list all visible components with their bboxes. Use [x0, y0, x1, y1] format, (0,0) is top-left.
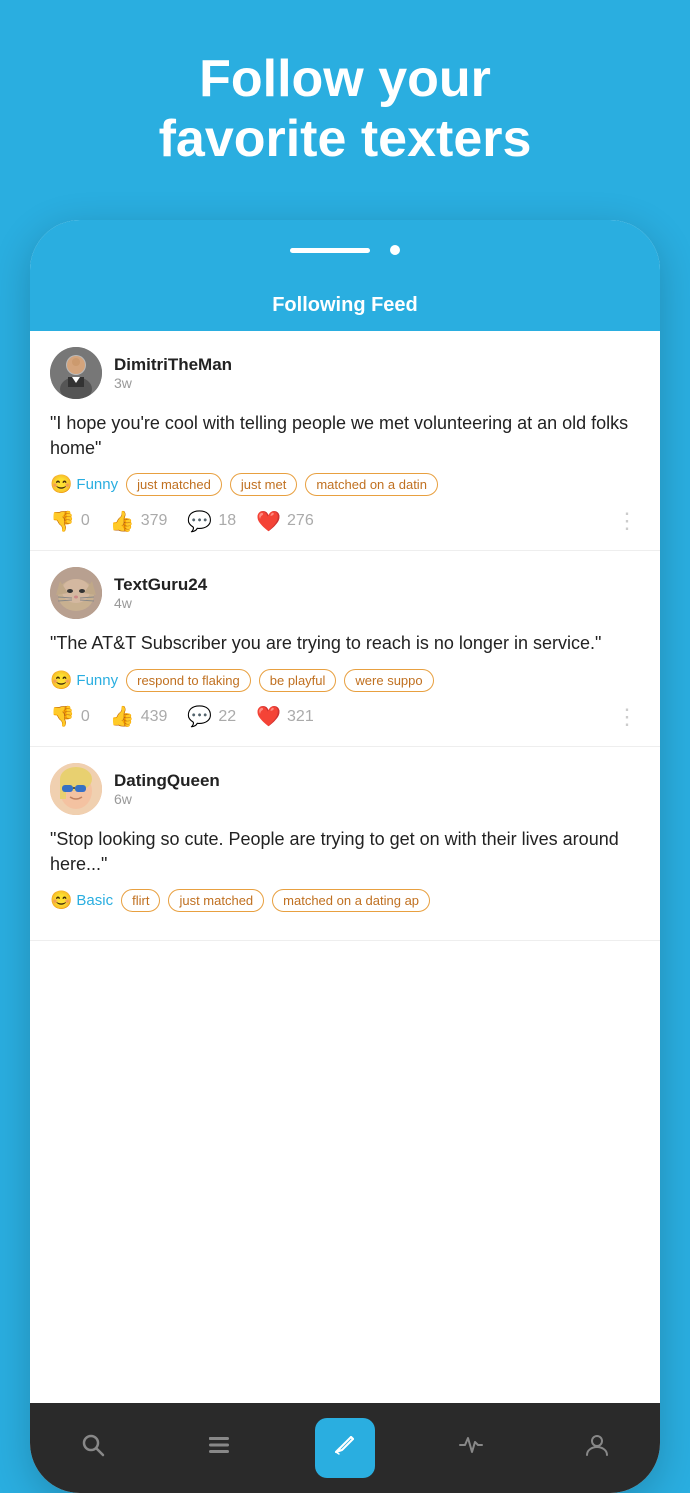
notch-bar [290, 248, 370, 253]
search-icon [80, 1432, 106, 1465]
post-text: "I hope you're cool with telling people … [50, 411, 640, 461]
post-header: TextGuru24 4w [50, 567, 640, 619]
heart-stat[interactable]: ❤️ 321 [256, 704, 314, 729]
nav-item-activity[interactable] [441, 1418, 501, 1478]
comment-count: 22 [218, 708, 236, 726]
tag[interactable]: were suppo [344, 669, 433, 692]
tag[interactable]: flirt [121, 889, 160, 912]
avatar-image [50, 763, 102, 815]
tag[interactable]: be playful [259, 669, 337, 692]
comment-icon: 💬 [187, 704, 212, 729]
more-options-icon[interactable]: ⋮ [616, 704, 640, 730]
tag[interactable]: respond to flaking [126, 669, 251, 692]
stats-row: 👎 0 👍 439 💬 22 ❤️ 321 ⋮ [50, 704, 640, 730]
activity-icon [458, 1432, 484, 1465]
upvote-stat[interactable]: 👍 439 [110, 704, 168, 729]
post-text: "Stop looking so cute. People are trying… [50, 827, 640, 877]
post-user-info: DatingQueen 6w [114, 771, 640, 807]
post-text: "The AT&T Subscriber you are trying to r… [50, 631, 640, 656]
feed-header: Following Feed [30, 280, 660, 331]
bottom-nav [30, 1403, 660, 1493]
time-ago: 3w [114, 375, 640, 391]
nav-item-search[interactable] [63, 1418, 123, 1478]
post-header: DatingQueen 6w [50, 763, 640, 815]
upvote-stat[interactable]: 👍 379 [110, 509, 168, 534]
heart-icon: ❤️ [256, 509, 281, 534]
basic-icon: 😊 [50, 890, 72, 911]
page-header: Follow your favorite texters [0, 0, 690, 200]
tag-category: 😊 Funny [50, 474, 118, 495]
tag-category: 😊 Funny [50, 670, 118, 691]
avatar [50, 567, 102, 619]
tag[interactable]: matched on a datin [305, 473, 438, 496]
heart-count: 321 [287, 708, 314, 726]
more-options-icon[interactable]: ⋮ [616, 508, 640, 534]
time-ago: 6w [114, 791, 640, 807]
comment-icon: 💬 [187, 509, 212, 534]
person-icon [584, 1432, 610, 1465]
post-item: TextGuru24 4w "The AT&T Subscriber you a… [30, 551, 660, 746]
post-item: DimitriTheMan 3w "I hope you're cool wit… [30, 331, 660, 551]
upvote-count: 379 [141, 512, 168, 530]
username: DimitriTheMan [114, 355, 640, 375]
post-user-info: TextGuru24 4w [114, 575, 640, 611]
heart-stat[interactable]: ❤️ 276 [256, 509, 314, 534]
post-header: DimitriTheMan 3w [50, 347, 640, 399]
avatar [50, 347, 102, 399]
phone-notch [30, 220, 660, 280]
tag[interactable]: just matched [126, 473, 222, 496]
comment-stat[interactable]: 💬 22 [187, 704, 236, 729]
nav-item-profile[interactable] [567, 1418, 627, 1478]
downvote-stat[interactable]: 👎 0 [50, 509, 90, 534]
stats-row: 👎 0 👍 379 💬 18 ❤️ 276 ⋮ [50, 508, 640, 534]
upvote-count: 439 [141, 708, 168, 726]
avatar-image [50, 567, 102, 619]
comment-stat[interactable]: 💬 18 [187, 509, 236, 534]
downvote-count: 0 [81, 708, 90, 726]
nav-item-compose[interactable] [315, 1418, 375, 1478]
post-item: DatingQueen 6w "Stop looking so cute. Pe… [30, 747, 660, 941]
tag[interactable]: matched on a dating ap [272, 889, 430, 912]
page-title: Follow your favorite texters [60, 50, 630, 170]
downvote-stat[interactable]: 👎 0 [50, 704, 90, 729]
funny-icon: 😊 [50, 670, 72, 691]
notch-dot [390, 245, 400, 255]
downvote-icon: 👎 [50, 704, 75, 729]
avatar [50, 763, 102, 815]
downvote-count: 0 [81, 512, 90, 530]
time-ago: 4w [114, 595, 640, 611]
tags-row: 😊 Funny just matched just met matched on… [50, 473, 640, 496]
tags-row: 😊 Basic flirt just matched matched on a … [50, 889, 640, 912]
tag-category: 😊 Basic [50, 890, 113, 911]
tags-row: 😊 Funny respond to flaking be playful we… [50, 669, 640, 692]
tag[interactable]: just met [230, 473, 298, 496]
upvote-icon: 👍 [110, 704, 135, 729]
heart-icon: ❤️ [256, 704, 281, 729]
funny-icon: 😊 [50, 474, 72, 495]
upvote-icon: 👍 [110, 509, 135, 534]
avatar-image [50, 347, 102, 399]
feed-content: DimitriTheMan 3w "I hope you're cool wit… [30, 331, 660, 941]
tag[interactable]: just matched [168, 889, 264, 912]
pencil-icon [332, 1432, 358, 1465]
username: TextGuru24 [114, 575, 640, 595]
downvote-icon: 👎 [50, 509, 75, 534]
username: DatingQueen [114, 771, 640, 791]
list-icon [206, 1432, 232, 1465]
phone-frame: Following Feed [30, 220, 660, 1493]
nav-item-feed[interactable] [189, 1418, 249, 1478]
post-user-info: DimitriTheMan 3w [114, 355, 640, 391]
heart-count: 276 [287, 512, 314, 530]
comment-count: 18 [218, 512, 236, 530]
